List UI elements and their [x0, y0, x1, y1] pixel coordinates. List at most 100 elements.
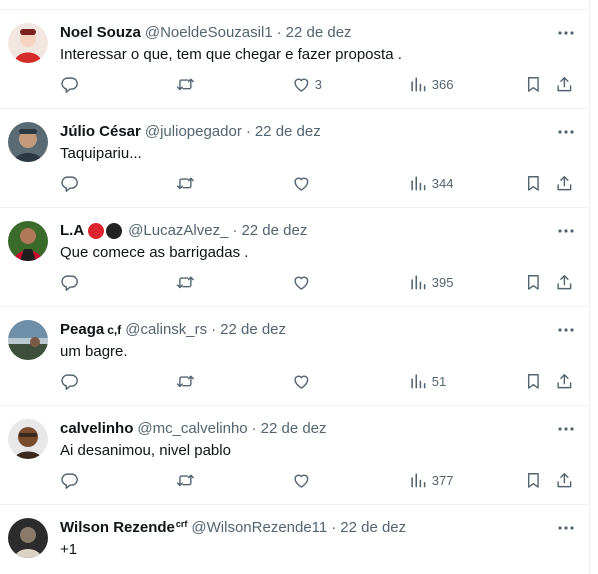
display-name[interactable]: Noel Souza: [60, 23, 141, 43]
share-button[interactable]: [555, 74, 574, 94]
share-icon: [557, 175, 572, 190]
retweet-icon: [176, 177, 194, 189]
tweet-date[interactable]: 22 de dez: [220, 320, 286, 340]
reply-button[interactable]: [60, 272, 83, 292]
tweet-item[interactable]: calvelinho @mc_calvelinho · 22 de dez Ai…: [0, 406, 589, 505]
separator-dot: ·: [245, 123, 251, 140]
user-handle[interactable]: @NoeldeSouzasil1: [145, 23, 273, 43]
separator-dot: ·: [251, 420, 257, 437]
tweet-date[interactable]: 22 de dez: [241, 221, 307, 241]
reply-button[interactable]: [60, 371, 83, 391]
like-icon: [294, 474, 309, 488]
views-button[interactable]: 395: [409, 272, 453, 292]
views-icon: [411, 175, 426, 191]
tweet-header: Noel Souza @NoeldeSouzasil1 · 22 de dez: [60, 23, 352, 43]
views-button[interactable]: 377: [409, 470, 453, 490]
avatar[interactable]: [8, 518, 48, 558]
share-icon: [557, 274, 572, 289]
display-name[interactable]: L.A: [60, 221, 84, 241]
bookmark-icon: [527, 274, 539, 290]
tweet-item[interactable]: L.A @LucazAlvez_ · 22 de dez Que comece …: [0, 208, 589, 307]
tweet-text: Que comece as barrigadas .: [60, 244, 249, 261]
tweet-header: Júlio César @juliopegador · 22 de dez: [60, 122, 321, 142]
more-icon[interactable]: [556, 320, 576, 340]
user-handle[interactable]: @juliopegador: [145, 122, 242, 142]
top-divider: [0, 0, 589, 10]
retweet-button[interactable]: [176, 272, 199, 292]
bookmark-button[interactable]: [524, 272, 543, 292]
user-handle[interactable]: @calinsk_rs: [125, 320, 207, 340]
tweet-item[interactable]: Noel Souza @NoeldeSouzasil1 · 22 de dez …: [0, 10, 589, 109]
share-button[interactable]: [555, 272, 574, 292]
like-button[interactable]: [292, 470, 315, 490]
avatar[interactable]: [8, 23, 48, 63]
share-button[interactable]: [555, 470, 574, 490]
retweet-icon: [176, 276, 194, 288]
tweet-date[interactable]: 22 de dez: [340, 518, 406, 538]
bookmark-button[interactable]: [524, 470, 543, 490]
retweet-button[interactable]: [176, 470, 199, 490]
reply-icon: [61, 275, 78, 291]
like-button[interactable]: [292, 272, 315, 292]
avatar[interactable]: [8, 320, 48, 360]
display-name[interactable]: Peaga: [60, 320, 104, 340]
retweet-button[interactable]: [176, 371, 199, 391]
reply-icon: [61, 374, 78, 390]
like-button[interactable]: 3: [292, 74, 322, 94]
bookmark-button[interactable]: [524, 173, 543, 193]
user-handle[interactable]: @LucazAlvez_: [128, 221, 228, 241]
tweet-date[interactable]: 22 de dez: [261, 419, 327, 439]
name-suffix: crf: [175, 519, 188, 529]
tweet-header: Wilson Rezende crf @WilsonRezende11 · 22…: [60, 518, 406, 538]
tweet-date[interactable]: 22 de dez: [286, 23, 352, 43]
more-icon[interactable]: [556, 221, 576, 241]
views-icon: [411, 76, 426, 92]
avatar[interactable]: [8, 122, 48, 162]
tweet-date[interactable]: 22 de dez: [255, 122, 321, 142]
view-count: 366: [431, 76, 454, 92]
tweet-header: L.A @LucazAlvez_ · 22 de dez: [60, 221, 307, 241]
like-button[interactable]: [292, 371, 315, 391]
user-handle[interactable]: @mc_calvelinho: [137, 419, 247, 439]
tweet-header: Peaga c,f @calinsk_rs · 22 de dez: [60, 320, 286, 340]
bookmark-button[interactable]: [524, 74, 543, 94]
view-count: 377: [431, 472, 454, 488]
more-icon[interactable]: [556, 122, 576, 142]
separator-dot: ·: [232, 222, 238, 239]
reply-button[interactable]: [60, 74, 83, 94]
display-name[interactable]: calvelinho: [60, 419, 133, 439]
separator-dot: ·: [211, 321, 217, 338]
tweet-text: Interessar o que, tem que chegar e fazer…: [60, 46, 402, 63]
separator-dot: ·: [276, 24, 282, 41]
display-name[interactable]: Wilson Rezende: [60, 518, 175, 538]
avatar[interactable]: [8, 419, 48, 459]
tweet-item[interactable]: Júlio César @juliopegador · 22 de dez Ta…: [0, 109, 589, 208]
views-button[interactable]: 366: [409, 74, 453, 94]
more-icon[interactable]: [556, 518, 576, 538]
reply-button[interactable]: [60, 470, 83, 490]
more-icon[interactable]: [556, 419, 576, 439]
user-handle[interactable]: @WilsonRezende11: [191, 518, 327, 538]
reply-button[interactable]: [60, 173, 83, 193]
tweet-item[interactable]: Wilson Rezende crf @WilsonRezende11 · 22…: [0, 505, 589, 574]
share-button[interactable]: [555, 173, 574, 193]
black-circle-icon: [106, 223, 123, 239]
retweet-icon: [176, 78, 194, 90]
retweet-button[interactable]: [176, 74, 199, 94]
tweet-header: calvelinho @mc_calvelinho · 22 de dez: [60, 419, 327, 439]
display-name[interactable]: Júlio César: [60, 122, 141, 142]
retweet-button[interactable]: [176, 173, 199, 193]
bookmark-icon: [527, 175, 539, 191]
views-button[interactable]: 344: [409, 173, 453, 193]
like-button[interactable]: [292, 173, 315, 193]
avatar[interactable]: [8, 221, 48, 261]
share-button[interactable]: [555, 371, 574, 391]
views-button[interactable]: 51: [409, 371, 446, 391]
tweet-item[interactable]: Peaga c,f @calinsk_rs · 22 de dez um bag…: [0, 307, 589, 406]
bookmark-button[interactable]: [524, 371, 543, 391]
retweet-icon: [176, 474, 194, 486]
tweet-actions: 344: [0, 173, 589, 193]
more-icon[interactable]: [556, 23, 576, 43]
bookmark-icon: [527, 472, 539, 488]
bookmark-icon: [527, 76, 539, 92]
